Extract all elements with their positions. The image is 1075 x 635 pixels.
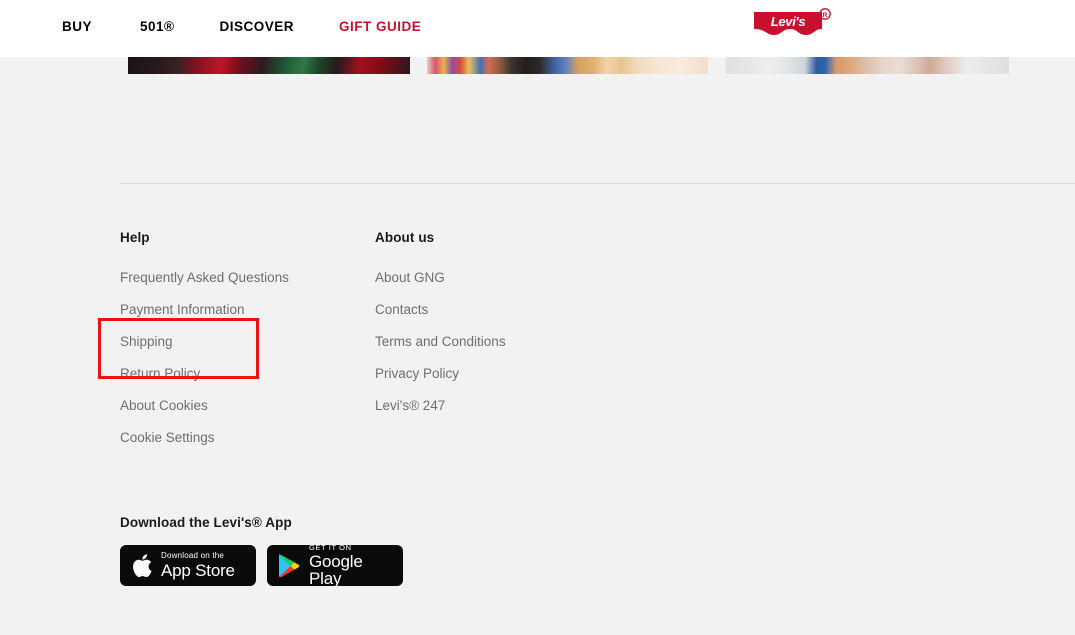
footer-link-cookie-settings[interactable]: Cookie Settings xyxy=(120,422,289,454)
nav-item-buy[interactable]: BUY xyxy=(62,19,92,34)
app-store-badges: Download on the App Store GET IT ON Goog… xyxy=(120,544,403,588)
footer-link-about-cookies[interactable]: About Cookies xyxy=(120,390,289,422)
promo-card-strip xyxy=(0,57,1075,74)
app-store-badge[interactable]: Download on the App Store xyxy=(120,545,256,586)
app-download-section: Download the Levi's® App Download on the… xyxy=(120,514,403,588)
app-store-badge-small-text: Download on the xyxy=(161,551,225,560)
svg-text:Levi's: Levi's xyxy=(771,14,806,29)
promo-card-3[interactable] xyxy=(726,57,1009,74)
promo-card-3-image xyxy=(726,57,1009,74)
footer-link-contacts[interactable]: Contacts xyxy=(375,294,506,326)
main-navigation: BUY 501® DISCOVER GIFT GUIDE xyxy=(62,19,421,34)
google-play-badge[interactable]: GET IT ON Google Play xyxy=(267,544,403,588)
promo-card-2-image xyxy=(427,57,708,74)
footer-column-help-links: Frequently Asked Questions Payment Infor… xyxy=(120,262,289,454)
footer-column-about-us: About us About GNG Contacts Terms and Co… xyxy=(375,230,506,422)
footer-link-shipping[interactable]: Shipping xyxy=(120,326,289,358)
app-store-badge-big-text: App Store xyxy=(161,561,235,580)
footer-link-terms-and-conditions[interactable]: Terms and Conditions xyxy=(375,326,506,358)
footer-divider xyxy=(120,183,1075,184)
google-play-badge-big-text: Google Play xyxy=(309,552,363,589)
nav-item-501[interactable]: 501® xyxy=(140,19,174,34)
footer-column-help-title: Help xyxy=(120,230,150,245)
app-download-title: Download the Levi's® App xyxy=(120,515,292,530)
promo-card-1-image xyxy=(128,57,410,74)
app-store-badge-text: Download on the App Store xyxy=(161,551,235,580)
svg-text:R: R xyxy=(823,12,828,19)
google-play-icon xyxy=(278,553,301,578)
footer-link-about-gng[interactable]: About GNG xyxy=(375,262,506,294)
footer-link-privacy-policy[interactable]: Privacy Policy xyxy=(375,358,506,390)
footer-link-return-policy[interactable]: Return Policy xyxy=(120,358,289,390)
footer-link-faq[interactable]: Frequently Asked Questions xyxy=(120,262,289,294)
footer-column-help: Help Frequently Asked Questions Payment … xyxy=(120,230,289,454)
google-play-badge-text: GET IT ON Google Play xyxy=(309,544,392,588)
nav-item-discover[interactable]: DISCOVER xyxy=(220,19,295,34)
footer-link-levis-247[interactable]: Levi's® 247 xyxy=(375,390,506,422)
footer-link-payment-information[interactable]: Payment Information xyxy=(120,294,289,326)
levis-logo[interactable]: Levi's R xyxy=(752,8,832,46)
site-header: BUY 501® DISCOVER GIFT GUIDE Levi's R xyxy=(0,0,1075,57)
google-play-badge-small-text: GET IT ON xyxy=(309,542,352,552)
promo-card-2[interactable] xyxy=(427,57,708,74)
footer-column-about-us-title: About us xyxy=(375,230,435,245)
promo-card-1[interactable] xyxy=(128,57,410,74)
apple-icon xyxy=(131,553,153,579)
footer-column-about-us-links: About GNG Contacts Terms and Conditions … xyxy=(375,262,506,422)
nav-item-gift-guide[interactable]: GIFT GUIDE xyxy=(339,19,421,34)
